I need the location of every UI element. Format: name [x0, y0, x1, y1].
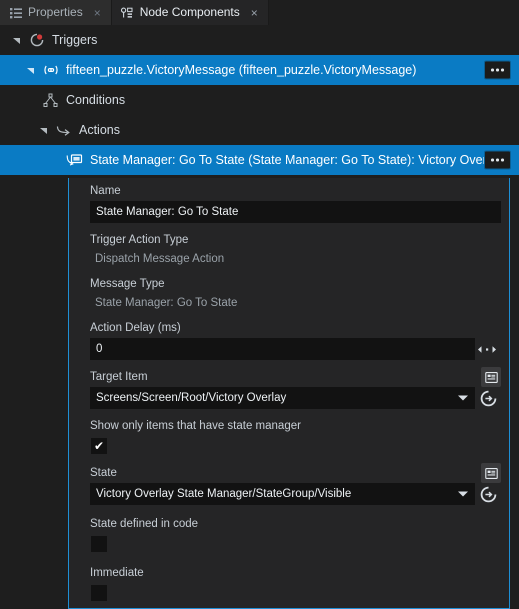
tree-row-triggers-label: Triggers	[52, 33, 98, 47]
state-manager-icon	[66, 152, 83, 169]
action-detail-panel: Name State Manager: Go To State Trigger …	[68, 178, 510, 609]
list-icon	[9, 6, 22, 19]
tree-row-victory-message[interactable]: fifteen_puzzle.VictoryMessage (fifteen_p…	[0, 55, 519, 85]
tree-row-actions[interactable]: Actions	[0, 115, 519, 145]
field-target-item: Target Item Screens/Screen/Root/Victory …	[69, 364, 509, 409]
chevron-down-icon[interactable]	[458, 395, 468, 401]
state-combobox[interactable]: Victory Overlay State Manager/StateGroup…	[90, 483, 475, 505]
trigger-action-type-value: Dispatch Message Action	[95, 253, 225, 265]
immediate-label: Immediate	[90, 567, 144, 579]
detail-gutter	[0, 178, 68, 609]
field-state: State Victory Overlay State Manager/Stat…	[69, 460, 509, 505]
target-item-row: Screens/Screen/Root/Victory Overlay	[90, 387, 499, 409]
field-trigger-action-type: Trigger Action Type Dispatch Message Act…	[69, 227, 509, 269]
tree-row-state-manager-action[interactable]: State Manager: Go To State (State Manage…	[0, 145, 519, 175]
picker-icon[interactable]	[481, 367, 501, 387]
state-row: Victory Overlay State Manager/StateGroup…	[90, 483, 499, 505]
reset-icon[interactable]	[478, 484, 498, 504]
chevron-down-icon[interactable]	[10, 34, 23, 47]
tab-strip-filler	[268, 0, 519, 25]
triggers-icon	[28, 32, 45, 49]
dot	[501, 68, 504, 72]
trigger-action-type-label: Trigger Action Type	[90, 234, 189, 246]
dot	[496, 68, 499, 72]
node-components-icon	[121, 6, 134, 19]
chevron-down-icon[interactable]	[458, 491, 468, 497]
state-defined-in-code-checkbox[interactable]	[91, 536, 107, 552]
state-label: State	[90, 467, 117, 479]
trigger-tree: Triggers fifteen_puzzle.VictoryMessage (…	[0, 25, 519, 175]
state-picker-wrap	[481, 463, 501, 483]
chevron-down-icon[interactable]	[24, 64, 37, 77]
tree-row-conditions-label: Conditions	[66, 93, 126, 107]
tree-row-actions-label: Actions	[79, 123, 120, 137]
field-state-defined-in-code: State defined in code	[69, 511, 509, 552]
action-delay-row: 0	[90, 338, 499, 360]
show-only-state-manager-checkbox[interactable]: ✔	[91, 438, 107, 454]
message-icon	[42, 62, 59, 79]
actions-icon	[55, 122, 72, 139]
dot	[501, 158, 504, 162]
state-defined-in-code-label: State defined in code	[90, 518, 199, 530]
target-item-label: Target Item	[90, 371, 148, 383]
close-icon[interactable]: ×	[248, 6, 261, 20]
field-message-type: Message Type State Manager: Go To State	[69, 271, 509, 313]
tree-row-state-manager-action-label: State Manager: Go To State (State Manage…	[90, 153, 503, 167]
field-name: Name State Manager: Go To State	[69, 178, 509, 223]
field-action-delay: Action Delay (ms) 0	[69, 315, 509, 360]
tree-row-triggers[interactable]: Triggers	[0, 25, 519, 55]
check-icon: ✔	[93, 439, 105, 453]
tab-node-components[interactable]: Node Components ×	[111, 0, 269, 25]
close-icon[interactable]: ×	[91, 6, 104, 20]
dot	[491, 158, 494, 162]
action-delay-input[interactable]: 0	[90, 338, 476, 360]
show-only-state-manager-label: Show only items that have state manager	[90, 420, 301, 432]
picker-icon[interactable]	[481, 463, 501, 483]
dot	[491, 68, 494, 72]
field-show-only-state-manager: Show only items that have state manager …	[69, 413, 509, 454]
tab-properties-label: Properties	[28, 5, 83, 19]
message-type-value: State Manager: Go To State	[95, 297, 238, 309]
name-input[interactable]: State Manager: Go To State	[90, 201, 501, 223]
target-item-picker-wrap	[481, 367, 501, 387]
state-value: Victory Overlay State Manager/StateGroup…	[96, 488, 352, 500]
conditions-icon	[42, 92, 59, 109]
action-delay-label: Action Delay (ms)	[90, 322, 181, 334]
tree-row-victory-message-label: fifteen_puzzle.VictoryMessage (fifteen_p…	[66, 63, 417, 77]
tab-strip: Properties × Node Components ×	[0, 0, 519, 25]
state-manager-action-menu-button[interactable]	[484, 150, 511, 170]
drag-handle-icon[interactable]	[475, 338, 499, 360]
target-item-combobox[interactable]: Screens/Screen/Root/Victory Overlay	[90, 387, 475, 409]
immediate-checkbox[interactable]	[91, 585, 107, 601]
message-type-label: Message Type	[90, 278, 165, 290]
name-label: Name	[90, 185, 121, 197]
tab-node-components-label: Node Components	[139, 5, 240, 19]
target-item-value: Screens/Screen/Root/Victory Overlay	[96, 392, 287, 404]
chevron-down-icon[interactable]	[37, 124, 50, 137]
tree-row-conditions[interactable]: Conditions	[0, 85, 519, 115]
field-immediate: Immediate	[69, 560, 509, 601]
victory-message-menu-button[interactable]	[484, 60, 511, 80]
tab-properties[interactable]: Properties ×	[0, 0, 112, 25]
reset-icon[interactable]	[478, 388, 498, 408]
dot	[496, 158, 499, 162]
